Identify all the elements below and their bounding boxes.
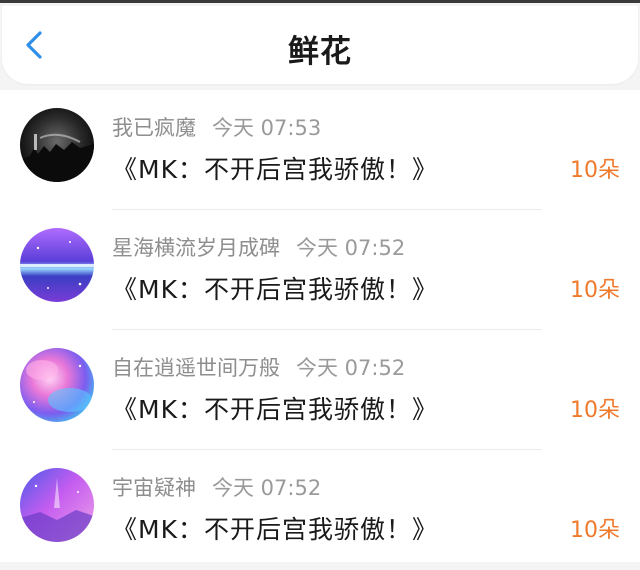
avatar[interactable] bbox=[20, 348, 94, 422]
timestamp: 今天 07:52 bbox=[296, 236, 406, 260]
avatar[interactable] bbox=[20, 108, 94, 182]
user-name-line: 宇宙疑神 今天 07:52 bbox=[112, 472, 321, 502]
user-name[interactable]: 星海横流岁月成碑 bbox=[112, 236, 280, 260]
book-title[interactable]: 《MK：不开后宫我骄傲！》 bbox=[112, 150, 438, 186]
user-name[interactable]: 宇宙疑神 bbox=[112, 476, 196, 500]
pink-nebula-avatar bbox=[20, 348, 94, 422]
list-item[interactable]: 宇宙疑神 今天 07:52 《MK：不开后宫我骄傲！》 10朵 bbox=[0, 450, 640, 570]
flower-count: 10朵 bbox=[570, 518, 620, 543]
page-title: 鲜花 bbox=[288, 34, 352, 70]
timestamp: 今天 07:52 bbox=[296, 356, 406, 380]
timestamp: 今天 07:53 bbox=[212, 116, 322, 140]
purple-galaxy-avatar bbox=[20, 228, 94, 302]
avatar[interactable] bbox=[20, 468, 94, 542]
flower-count: 10朵 bbox=[570, 398, 620, 423]
user-name-line: 我已疯魔 今天 07:53 bbox=[112, 112, 321, 142]
dark-city-avatar bbox=[20, 108, 94, 182]
book-title[interactable]: 《MK：不开后宫我骄傲！》 bbox=[112, 510, 438, 546]
violet-space-avatar bbox=[20, 468, 94, 542]
timestamp: 今天 07:52 bbox=[212, 476, 322, 500]
top-bar: 鲜花 bbox=[2, 6, 638, 84]
book-title[interactable]: 《MK：不开后宫我骄傲！》 bbox=[112, 270, 438, 306]
flower-count: 10朵 bbox=[570, 158, 620, 183]
user-name[interactable]: 我已疯魔 bbox=[112, 116, 196, 140]
user-name-line: 星海横流岁月成碑 今天 07:52 bbox=[112, 232, 405, 262]
avatar[interactable] bbox=[20, 228, 94, 302]
user-name-line: 自在逍遥世间万般 今天 07:52 bbox=[112, 352, 405, 382]
flower-count: 10朵 bbox=[570, 278, 620, 303]
list-item[interactable]: 星海横流岁月成碑 今天 07:52 《MK：不开后宫我骄傲！》 10朵 bbox=[0, 210, 640, 330]
list-item[interactable]: 我已疯魔 今天 07:53 《MK：不开后宫我骄傲！》 10朵 bbox=[0, 90, 640, 210]
flower-gift-list: 我已疯魔 今天 07:53 《MK：不开后宫我骄傲！》 10朵 星海横流岁月成碑… bbox=[0, 90, 640, 562]
book-title[interactable]: 《MK：不开后宫我骄傲！》 bbox=[112, 390, 438, 426]
status-bar-edge bbox=[0, 0, 640, 3]
list-item[interactable]: 自在逍遥世间万般 今天 07:52 《MK：不开后宫我骄傲！》 10朵 bbox=[0, 330, 640, 450]
user-name[interactable]: 自在逍遥世间万般 bbox=[112, 356, 280, 380]
